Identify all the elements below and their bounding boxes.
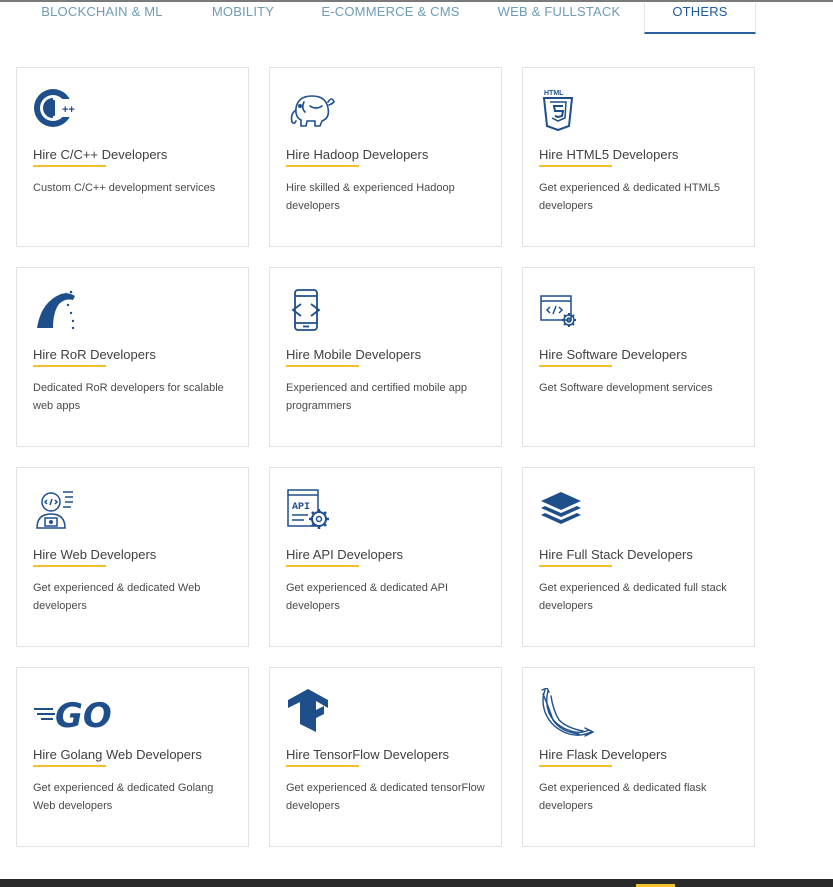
card-title[interactable]: Hire C/C++ Developers bbox=[33, 147, 167, 162]
service-card[interactable]: Hire Flask Developers Get experienced & … bbox=[522, 667, 755, 847]
category-tabs: BLOCKCHAIN & ML MOBILITY E-COMMERCE & CM… bbox=[0, 0, 833, 34]
title-underline bbox=[33, 365, 106, 367]
title-underline bbox=[286, 365, 359, 367]
title-underline bbox=[539, 565, 612, 567]
software-code-gear-icon bbox=[539, 288, 591, 332]
service-card[interactable]: Hire RoR Developers Dedicated RoR develo… bbox=[16, 267, 249, 447]
card-title[interactable]: Hire Flask Developers bbox=[539, 747, 667, 762]
service-card[interactable]: HTML Hire HTML5 Developers Get experienc… bbox=[522, 67, 755, 247]
service-card[interactable]: ++ Hire C/C++ Developers Custom C/C++ de… bbox=[16, 67, 249, 247]
svg-text:HTML: HTML bbox=[544, 90, 564, 97]
card-description: Get experienced & dedicated tensorFlow d… bbox=[286, 782, 485, 812]
flask-icon bbox=[539, 688, 599, 737]
title-underline bbox=[286, 165, 359, 167]
card-description: Get Software development services bbox=[539, 382, 713, 394]
card-title[interactable]: Hire Software Developers bbox=[539, 347, 687, 362]
title-underline bbox=[539, 165, 612, 167]
card-title[interactable]: Hire Golang Web Developers bbox=[33, 747, 202, 762]
card-description: Get experienced & dedicated Golang Web d… bbox=[33, 782, 214, 812]
title-underline bbox=[539, 765, 612, 767]
card-description: Custom C/C++ development services bbox=[33, 182, 216, 194]
card-title[interactable]: Hire API Developers bbox=[286, 547, 403, 562]
web-developer-icon bbox=[33, 488, 85, 532]
card-description: Get experienced & dedicated Web develope… bbox=[33, 582, 201, 612]
service-card[interactable]: API Hire API Developers Get experienced … bbox=[269, 467, 502, 647]
card-description: Get experienced & dedicated HTML5 develo… bbox=[539, 182, 720, 212]
card-title[interactable]: Hire TensorFlow Developers bbox=[286, 747, 449, 762]
card-description: Get experienced & dedicated flask develo… bbox=[539, 782, 707, 812]
card-title[interactable]: Hire Web Developers bbox=[33, 547, 156, 562]
card-title[interactable]: Hire Full Stack Developers bbox=[539, 547, 693, 562]
title-underline bbox=[286, 765, 359, 767]
service-card[interactable]: Hire Full Stack Developers Get experienc… bbox=[522, 467, 755, 647]
svg-text:++: ++ bbox=[62, 104, 75, 116]
card-title[interactable]: Hire HTML5 Developers bbox=[539, 147, 678, 162]
service-card[interactable]: Hire Software Developers Get Software de… bbox=[522, 267, 755, 447]
ruby-on-rails-icon bbox=[33, 288, 85, 332]
card-title[interactable]: Hire Mobile Developers bbox=[286, 347, 421, 362]
cpp-icon: ++ bbox=[33, 88, 85, 132]
service-card[interactable]: Hire Mobile Developers Experienced and c… bbox=[269, 267, 502, 447]
tab-others[interactable]: OTHERS bbox=[644, 3, 756, 34]
tab-web-fullstack[interactable]: WEB & FULLSTACK bbox=[496, 3, 622, 34]
mobile-phone-icon bbox=[286, 288, 338, 332]
title-underline bbox=[539, 365, 612, 367]
title-underline bbox=[286, 565, 359, 567]
card-description: Hire skilled & experienced Hadoop develo… bbox=[286, 182, 455, 212]
service-card[interactable]: Hire TensorFlow Developers Get experienc… bbox=[269, 667, 502, 847]
card-description: Dedicated RoR developers for scalable we… bbox=[33, 382, 224, 412]
service-card[interactable]: Hire Hadoop Developers Hire skilled & ex… bbox=[269, 67, 502, 247]
card-description: Get experienced & dedicated API develope… bbox=[286, 582, 449, 612]
tab-blockchain-ml[interactable]: BLOCKCHAIN & ML bbox=[40, 3, 164, 34]
stack-layers-icon bbox=[539, 488, 591, 532]
card-title[interactable]: Hire RoR Developers bbox=[33, 347, 156, 362]
title-underline bbox=[33, 565, 106, 567]
title-underline bbox=[33, 765, 106, 767]
footer-bar bbox=[0, 879, 833, 887]
api-gear-icon: API bbox=[286, 488, 338, 532]
card-description: Experienced and certified mobile app pro… bbox=[286, 382, 468, 412]
card-description: Get experienced & dedicated full stack d… bbox=[539, 582, 727, 612]
golang-go-icon: GO bbox=[33, 688, 123, 732]
svg-text:API: API bbox=[292, 502, 310, 513]
svg-text:GO: GO bbox=[55, 696, 112, 732]
hadoop-elephant-icon bbox=[286, 88, 338, 132]
tab-mobility[interactable]: MOBILITY bbox=[206, 3, 280, 34]
service-card[interactable]: Hire Web Developers Get experienced & de… bbox=[16, 467, 249, 647]
tab-ecommerce-cms[interactable]: E-COMMERCE & CMS bbox=[320, 3, 461, 34]
card-title[interactable]: Hire Hadoop Developers bbox=[286, 147, 428, 162]
tensorflow-icon bbox=[286, 688, 338, 732]
service-card[interactable]: GO Hire Golang Web Developers Get experi… bbox=[16, 667, 249, 847]
title-underline bbox=[33, 165, 106, 167]
html5-icon: HTML bbox=[539, 88, 591, 132]
